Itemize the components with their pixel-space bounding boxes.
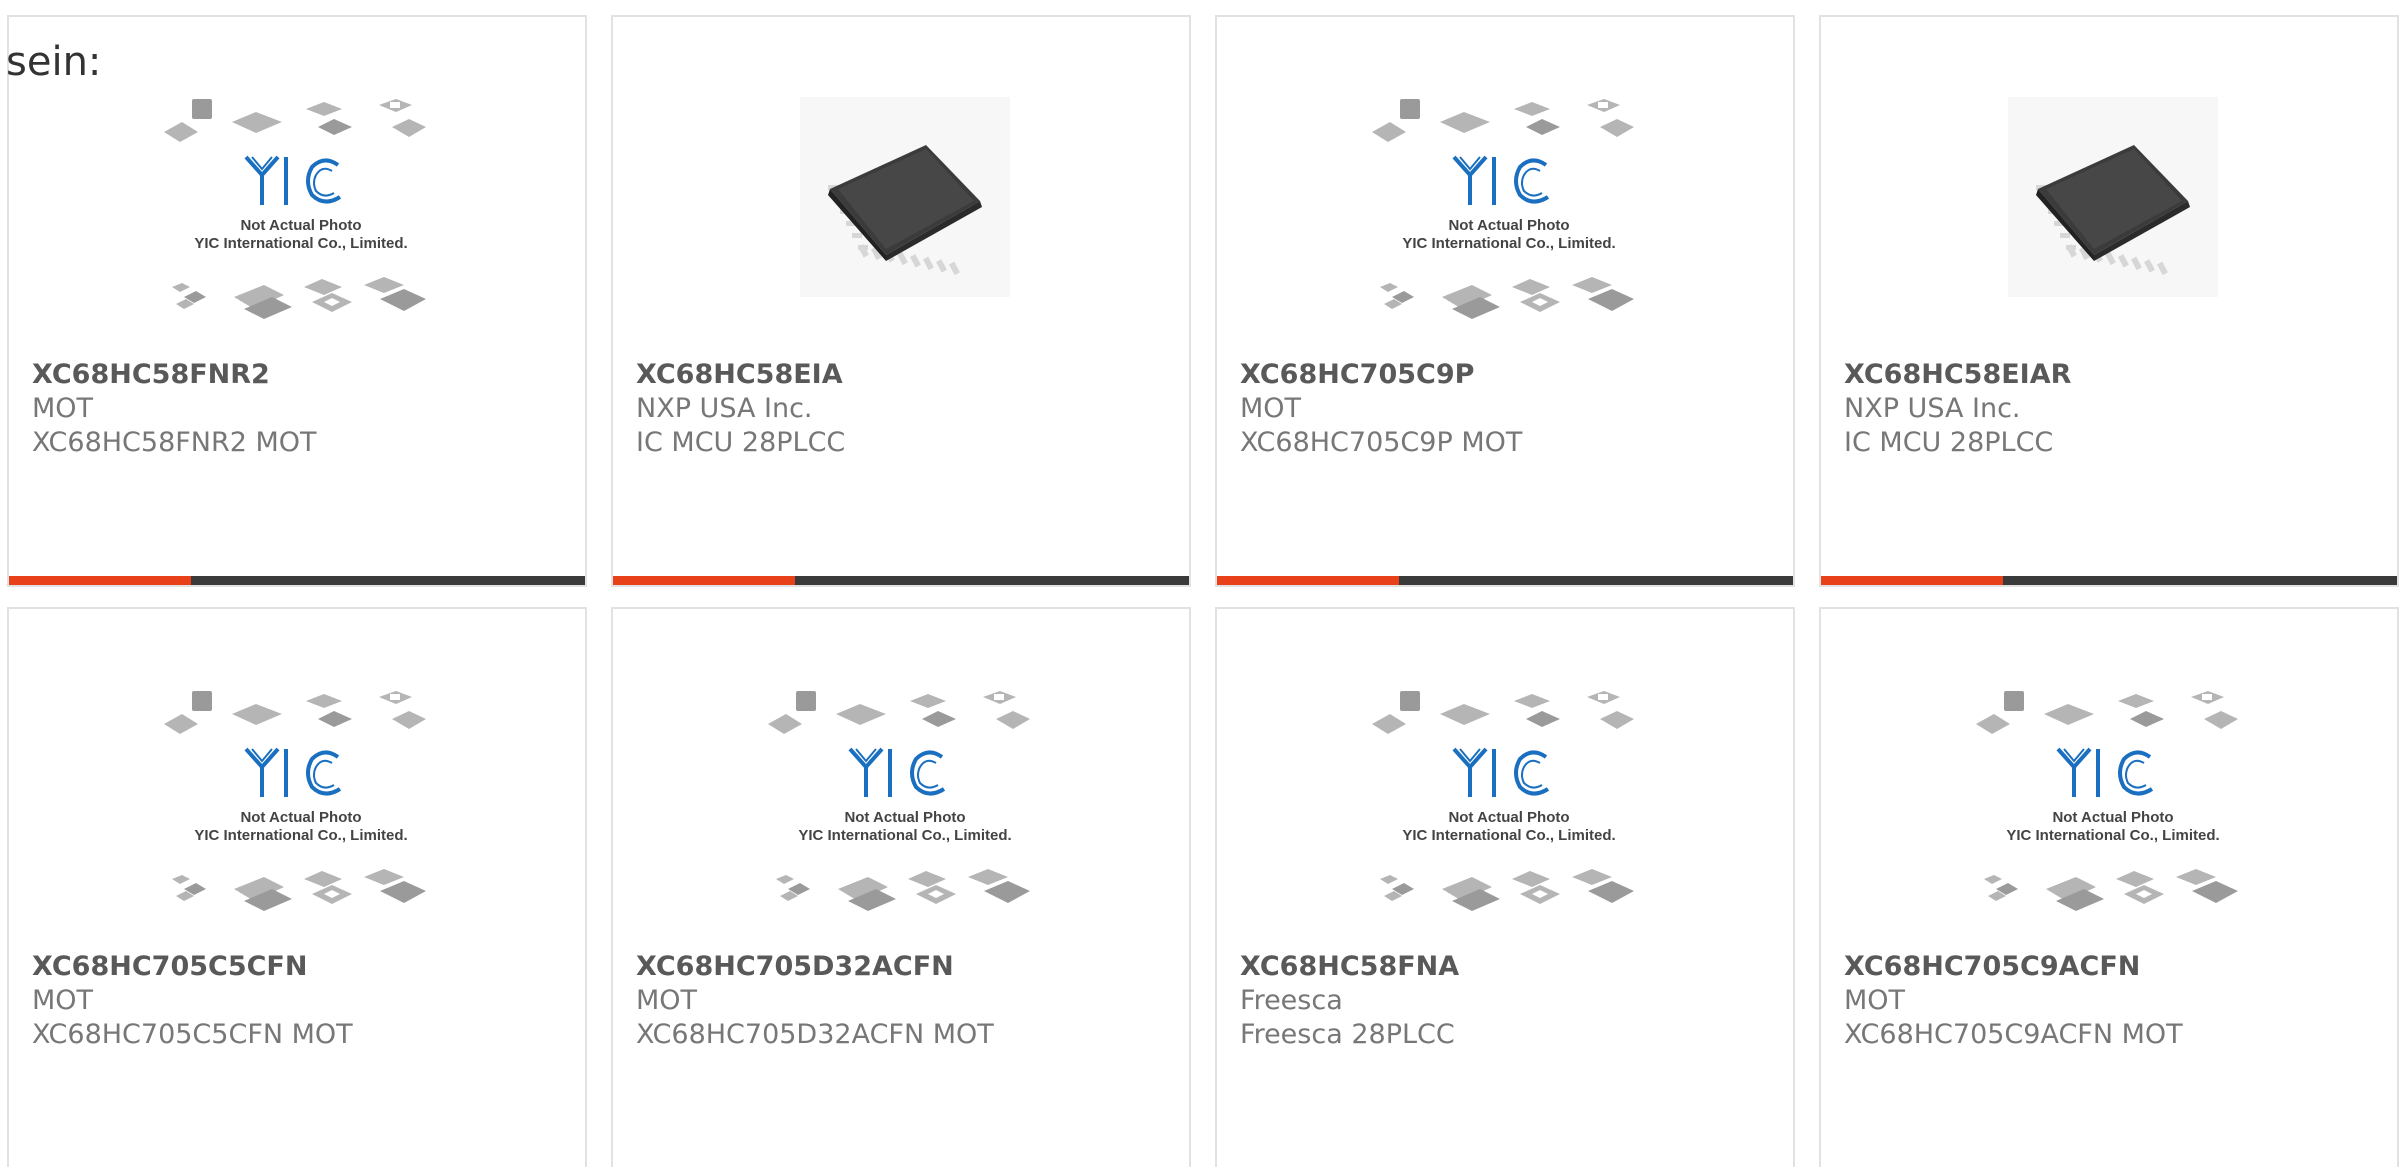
card-bottom-bar [9, 576, 585, 585]
product-card[interactable]: Not Actual Photo YIC International Co., L… [1819, 607, 2399, 1167]
not-actual-photo-caption: Not Actual Photo [240, 809, 361, 826]
product-image[interactable]: Not Actual Photo YIC International Co., L… [1372, 689, 1647, 944]
card-bar-accent [9, 576, 191, 585]
plcc-chip-photo [2008, 97, 2218, 297]
card-bottom-bar [1217, 576, 1793, 585]
yic-logo [848, 747, 946, 797]
product-image[interactable]: Not Actual Photo YIC International Co., L… [164, 97, 439, 352]
yic-logo [1452, 155, 1550, 205]
product-part-number[interactable]: XC68HC58FNR2 [32, 358, 270, 392]
package-thumbnails-top [1976, 691, 2238, 734]
product-part-number[interactable]: XC68HC705D32ACFN [636, 950, 954, 984]
page: sein: Not Actual Photo YIC International … [0, 0, 2400, 1167]
product-part-number[interactable]: XC68HC705C9ACFN [1844, 950, 2140, 984]
package-thumbnails-top [1372, 99, 1634, 142]
product-manufacturer: Freesca [1240, 985, 1343, 1016]
package-thumbnails-bottom [1380, 277, 1634, 319]
company-caption: YIC International Co., Limited. [1402, 827, 1615, 844]
product-image[interactable]: Not Actual Photo YIC International Co., L… [768, 689, 1043, 944]
package-thumbnails-top [164, 99, 426, 142]
product-image[interactable]: Not Actual Photo YIC International Co., L… [164, 689, 439, 944]
package-thumbnails-top [164, 691, 426, 734]
not-actual-photo-caption: Not Actual Photo [1448, 217, 1569, 234]
not-actual-photo-icon: Not Actual PhotoYIC International Co., L… [164, 99, 426, 319]
product-part-number[interactable]: XC68HC705C9P [1240, 358, 1474, 392]
not-actual-photo-icon: Not Actual PhotoYIC International Co., L… [1372, 691, 1634, 911]
company-caption: YIC International Co., Limited. [1402, 235, 1615, 252]
yic-logo [244, 747, 342, 797]
chip-photo-icon [800, 97, 1010, 297]
package-thumbnails-bottom [172, 277, 426, 319]
product-card[interactable]: XC68HC58EIA NXP USA Inc. IC MCU 28PLCC [611, 15, 1191, 587]
package-thumbnails-bottom [1380, 869, 1634, 911]
package-thumbnails-bottom [1984, 869, 2238, 911]
product-manufacturer: NXP USA Inc. [1844, 393, 2021, 424]
product-manufacturer: MOT [1240, 393, 1302, 424]
product-card[interactable]: Not Actual Photo YIC International Co., L… [1215, 15, 1795, 587]
product-description: XC68HC705C9ACFN MOT [1844, 1019, 2183, 1050]
not-actual-photo-caption: Not Actual Photo [1448, 809, 1569, 826]
product-card[interactable]: XC68HC58EIAR NXP USA Inc. IC MCU 28PLCC [1819, 15, 2399, 587]
company-caption: YIC International Co., Limited. [194, 827, 407, 844]
not-actual-photo-caption: Not Actual Photo [844, 809, 965, 826]
product-image[interactable] [1976, 97, 2251, 352]
product-part-number[interactable]: XC68HC58EIA [636, 358, 843, 392]
product-part-number[interactable]: XC68HC58FNA [1240, 950, 1459, 984]
company-caption: YIC International Co., Limited. [2006, 827, 2219, 844]
card-bar-accent [1217, 576, 1399, 585]
product-manufacturer: MOT [1844, 985, 1906, 1016]
product-grid: Not Actual Photo YIC International Co., L… [7, 15, 2399, 1167]
not-actual-photo-caption: Not Actual Photo [2052, 809, 2173, 826]
intro-text: sein: [6, 39, 102, 85]
product-manufacturer: MOT [32, 393, 94, 424]
product-description: XC68HC705C9P MOT [1240, 427, 1523, 458]
product-description: Freesca 28PLCC [1240, 1019, 1455, 1050]
package-thumbnails-bottom [172, 869, 426, 911]
product-card[interactable]: Not Actual Photo YIC International Co., L… [7, 607, 587, 1167]
not-actual-photo-icon: Not Actual PhotoYIC International Co., L… [1976, 691, 2238, 911]
chip-photo-icon [2008, 97, 2218, 297]
yic-logo [1452, 747, 1550, 797]
card-bar-accent [613, 576, 795, 585]
product-description: IC MCU 28PLCC [636, 427, 846, 458]
not-actual-photo-icon: Not Actual PhotoYIC International Co., L… [164, 691, 426, 911]
product-image[interactable]: Not Actual Photo YIC International Co., L… [1372, 97, 1647, 352]
product-part-number[interactable]: XC68HC705C5CFN [32, 950, 307, 984]
product-image[interactable]: Not Actual Photo YIC International Co., L… [1976, 689, 2251, 944]
card-bottom-bar [613, 576, 1189, 585]
product-manufacturer: NXP USA Inc. [636, 393, 813, 424]
product-manufacturer: MOT [636, 985, 698, 1016]
product-card[interactable]: Not Actual Photo YIC International Co., L… [1215, 607, 1795, 1167]
product-image[interactable] [768, 97, 1043, 352]
yic-logo [2056, 747, 2154, 797]
product-part-number[interactable]: XC68HC58EIAR [1844, 358, 2071, 392]
product-description: XC68HC705C5CFN MOT [32, 1019, 353, 1050]
product-card[interactable]: Not Actual Photo YIC International Co., L… [7, 15, 587, 587]
product-description: XC68HC58FNR2 MOT [32, 427, 317, 458]
not-actual-photo-icon: Not Actual PhotoYIC International Co., L… [768, 691, 1030, 911]
not-actual-photo-caption: Not Actual Photo [240, 217, 361, 234]
product-description: XC68HC705D32ACFN MOT [636, 1019, 994, 1050]
product-card[interactable]: Not Actual Photo YIC International Co., L… [611, 607, 1191, 1167]
package-thumbnails-top [1372, 691, 1634, 734]
company-caption: YIC International Co., Limited. [798, 827, 1011, 844]
product-manufacturer: MOT [32, 985, 94, 1016]
plcc-chip-photo [800, 97, 1010, 297]
product-description: IC MCU 28PLCC [1844, 427, 2054, 458]
card-bottom-bar [1821, 576, 2397, 585]
package-thumbnails-bottom [776, 869, 1030, 911]
package-thumbnails-top [768, 691, 1030, 734]
yic-logo [244, 155, 342, 205]
not-actual-photo-icon: Not Actual PhotoYIC International Co., L… [1372, 99, 1634, 319]
card-bar-accent [1821, 576, 2003, 585]
company-caption: YIC International Co., Limited. [194, 235, 407, 252]
